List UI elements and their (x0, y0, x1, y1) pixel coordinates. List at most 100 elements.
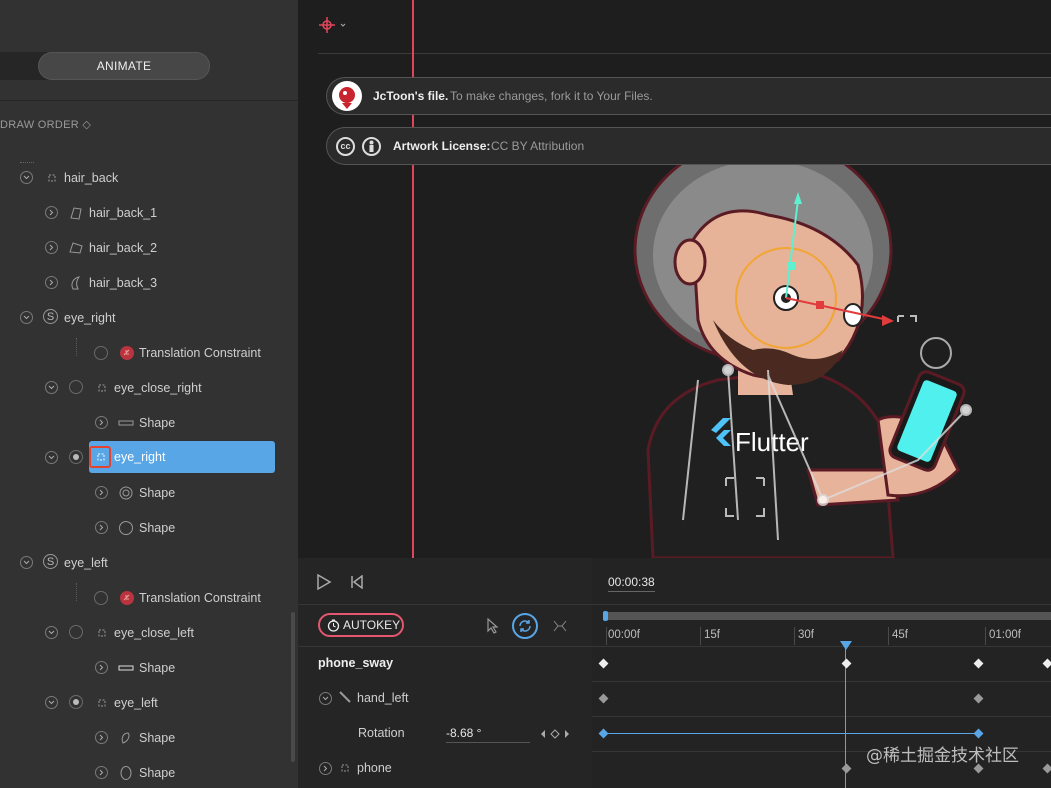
visibility-toggle[interactable] (94, 346, 108, 360)
tree-item-shape[interactable]: Shape (139, 518, 175, 538)
keyframe-nav-icon[interactable] (540, 727, 570, 745)
tree-item-translation-constraint[interactable]: Translation Constraint (139, 343, 261, 363)
tick (700, 627, 701, 645)
shape-icon (118, 730, 134, 746)
expand-toggle[interactable] (45, 206, 58, 219)
current-time[interactable]: 00:00:38 (608, 575, 655, 592)
tick-label: 45f (892, 629, 908, 641)
tree-item-eye-left[interactable]: eye_left (114, 693, 158, 713)
rewind-icon[interactable] (350, 574, 364, 594)
cursor-icon[interactable] (485, 617, 499, 639)
tree-item-shape[interactable]: Shape (139, 483, 175, 503)
tree-item-shape[interactable]: Shape (139, 763, 175, 783)
tree-item-eye-left-solo[interactable]: eye_left (64, 553, 108, 573)
tree-item-eye-right[interactable]: eye_right (114, 447, 165, 467)
node-icon (338, 761, 352, 780)
hierarchy-scrollbar[interactable] (291, 612, 295, 762)
visibility-toggle[interactable] (69, 625, 83, 639)
tree-guide (76, 338, 77, 356)
playhead-marker[interactable] (840, 638, 852, 656)
play-icon[interactable] (316, 573, 332, 596)
tree-item-hair-back-2[interactable]: hair_back_2 (89, 238, 157, 258)
tick (794, 627, 795, 645)
visibility-toggle[interactable] (69, 695, 83, 709)
tick (888, 627, 889, 645)
shape-icon (118, 415, 134, 431)
expand-toggle[interactable] (45, 276, 58, 289)
path-icon (68, 275, 84, 291)
expand-toggle[interactable] (95, 416, 108, 429)
node-icon (93, 449, 109, 465)
expand-toggle[interactable] (45, 241, 58, 254)
license-banner: cc Artwork License: CC BY Attribution (326, 127, 1051, 165)
tree-item-eye-close-left[interactable]: eye_close_left (114, 623, 194, 643)
tree-item-shape[interactable]: Shape (139, 728, 175, 748)
path-icon (68, 205, 84, 221)
visibility-toggle[interactable] (69, 450, 83, 464)
draw-order-header[interactable]: DRAW ORDER ◇ (0, 118, 91, 131)
file-owner: JcToon's file. (373, 89, 449, 103)
expand-toggle[interactable] (319, 762, 332, 775)
expand-toggle[interactable] (95, 766, 108, 779)
autokey-label: AUTOKEY (343, 618, 401, 632)
tree-guide (76, 583, 77, 601)
shape-icon (118, 660, 134, 676)
collapse-toggle[interactable] (20, 311, 33, 324)
tree-item-eye-right-solo[interactable]: eye_right (64, 308, 115, 328)
collapse-toggle[interactable] (45, 381, 58, 394)
track-rotation-label: Rotation (358, 726, 405, 740)
tree-item-hair-back[interactable]: hair_back (64, 168, 118, 188)
fit-icon[interactable] (553, 619, 567, 637)
bone-icon (338, 690, 352, 709)
watermark: @稀土掘金技术社区 (866, 746, 1019, 766)
collapse-toggle[interactable] (20, 556, 33, 569)
tree-item-hair-back-1[interactable]: hair_back_1 (89, 203, 157, 223)
license-title: Artwork License: (393, 139, 491, 153)
tick-label: 30f (798, 629, 814, 641)
divider (0, 100, 298, 101)
tree-item-shape[interactable]: Shape (139, 413, 175, 433)
constraint-icon (119, 590, 135, 606)
track-phone[interactable]: phone (357, 761, 392, 775)
track-hand-left[interactable]: hand_left (357, 691, 408, 705)
expand-toggle[interactable] (95, 521, 108, 534)
tree-item-translation-constraint[interactable]: Translation Constraint (139, 588, 261, 608)
tree-guide (20, 162, 34, 164)
scroll-handle[interactable] (603, 611, 608, 621)
path-icon (68, 240, 84, 256)
keyframe-interpolation (606, 733, 978, 734)
collapse-toggle[interactable] (319, 692, 332, 705)
loop-icon[interactable] (512, 613, 538, 639)
animation-name[interactable]: phone_sway (318, 656, 393, 670)
move-tool-icon[interactable] (317, 16, 347, 39)
collapse-toggle[interactable] (45, 696, 58, 709)
visibility-toggle[interactable] (94, 591, 108, 605)
tick-label: 15f (704, 629, 720, 641)
visibility-toggle[interactable] (69, 380, 83, 394)
tree-item-hair-back-3[interactable]: hair_back_3 (89, 273, 157, 293)
expand-toggle[interactable] (95, 661, 108, 674)
collapse-toggle[interactable] (20, 171, 33, 184)
collapse-toggle[interactable] (45, 451, 58, 464)
divider (298, 604, 1051, 605)
tick (606, 627, 607, 645)
tree-item-eye-close-right[interactable]: eye_close_right (114, 378, 202, 398)
timeline-scrollbar[interactable] (604, 612, 1051, 620)
node-icon (94, 625, 110, 641)
autokey-button[interactable]: AUTOKEY (318, 613, 404, 637)
cc-icon: cc (336, 137, 355, 156)
solo-icon: S (43, 309, 58, 324)
rotation-input[interactable]: -8.68 ° (446, 726, 530, 743)
shape-icon (118, 765, 134, 781)
diamond-icon: ◇ (82, 119, 92, 131)
tick-label: 00:00f (608, 629, 640, 641)
tree-item-shape[interactable]: Shape (139, 658, 175, 678)
draw-order-label: DRAW ORDER (0, 119, 79, 131)
constraint-icon (119, 345, 135, 361)
collapse-toggle[interactable] (45, 626, 58, 639)
avatar (332, 81, 362, 111)
tab-animate[interactable]: ANIMATE (38, 52, 210, 80)
node-icon (44, 170, 60, 186)
expand-toggle[interactable] (95, 731, 108, 744)
expand-toggle[interactable] (95, 486, 108, 499)
